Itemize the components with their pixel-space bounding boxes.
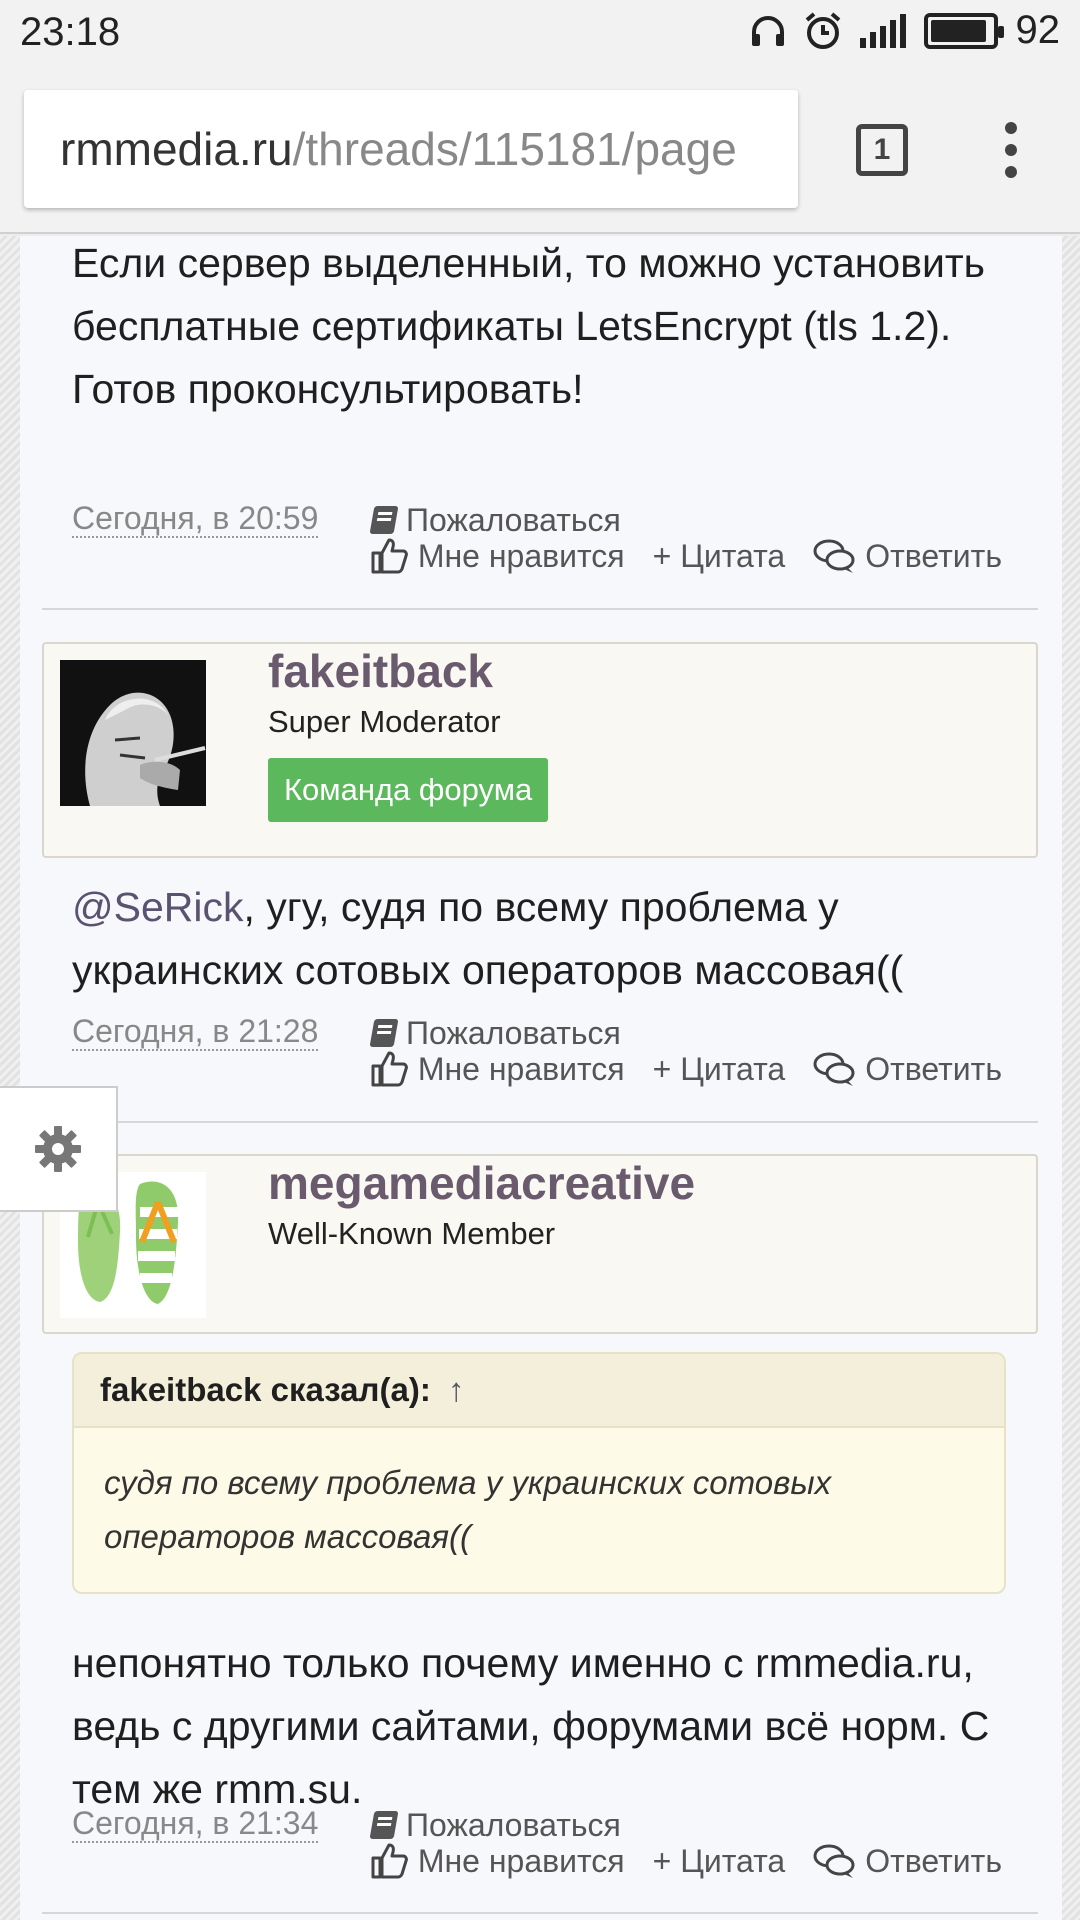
username-link[interactable]: megamediacreative <box>268 1156 695 1210</box>
status-time: 23:18 <box>20 10 121 54</box>
settings-button[interactable] <box>0 1086 118 1212</box>
post-date-link[interactable]: Сегодня, в 20:59 <box>72 500 319 538</box>
url-domain: rmmedia.ru <box>60 123 293 175</box>
like-button[interactable]: Мне нравится <box>370 536 625 576</box>
post-meta: Сегодня, в 21:28 Пожаловаться Мне нравит… <box>72 1013 1032 1093</box>
page-background: Если сервер выделенный, то можно установ… <box>0 236 1080 1920</box>
report-book-icon <box>369 1811 399 1839</box>
report-label: Пожаловаться <box>406 502 621 538</box>
like-label: Мне нравится <box>417 538 625 574</box>
post-actions: Мне нравится + Цитата Ответить <box>370 1049 1002 1089</box>
post-meta: Сегодня, в 21:34 Пожаловаться Мне нравит… <box>72 1805 1032 1885</box>
reply-button[interactable]: Ответить <box>813 1841 1002 1881</box>
battery-percent: 92 <box>1015 8 1061 52</box>
chat-bubbles-icon <box>813 539 855 573</box>
user-info-box: megamediacreative Well-Known Member <box>42 1154 1038 1334</box>
thumbs-up-icon <box>371 1051 408 1087</box>
avatar[interactable] <box>60 660 206 806</box>
chat-bubbles-icon <box>813 1052 855 1086</box>
report-link[interactable]: Пожаловаться <box>369 1013 621 1053</box>
chat-bubbles-icon <box>813 1844 855 1878</box>
post-message: непонятно только почему именно с rmmedia… <box>72 1632 1032 1821</box>
post-divider <box>42 1121 1038 1123</box>
thumbs-up-icon <box>371 538 408 574</box>
reply-label: Ответить <box>865 1843 1002 1879</box>
reply-label: Ответить <box>865 538 1002 574</box>
status-bar: 23:18 92 <box>0 0 1080 66</box>
username-link[interactable]: fakeitback <box>268 644 493 698</box>
headphones-icon <box>751 15 784 46</box>
post-text: непонятно только почему именно с rmmedia… <box>72 1640 990 1812</box>
post-message: @SeRick, угу, судя по всему проблема у у… <box>72 876 1032 1002</box>
report-book-icon <box>369 506 399 534</box>
url-fade <box>758 90 798 208</box>
staff-badge: Команда форума <box>268 758 549 822</box>
quote-text: судя по всему проблема у украинских сото… <box>104 1464 832 1555</box>
url-text: rmmedia.ru/threads/115181/page <box>60 122 737 176</box>
status-icons: 92 <box>750 8 1061 53</box>
overflow-menu-icon[interactable] <box>1000 122 1022 178</box>
browser-toolbar: rmmedia.ru/threads/115181/page 1 <box>0 66 1080 234</box>
report-label: Пожаловаться <box>406 1807 621 1843</box>
report-link[interactable]: Пожаловаться <box>369 1805 621 1845</box>
quote-author: fakeitback сказал(а): <box>100 1371 431 1408</box>
quote-button[interactable]: + Цитата <box>653 1049 786 1089</box>
post-text: Если сервер выделенный, то можно установ… <box>72 240 986 349</box>
user-mention-link[interactable]: @SeRick <box>72 884 244 930</box>
quote-button[interactable]: + Цитата <box>653 1841 786 1881</box>
reply-label: Ответить <box>865 1051 1002 1087</box>
report-book-icon <box>369 1019 399 1047</box>
url-path: /threads/115181/page <box>292 123 737 175</box>
post-divider <box>42 1912 1038 1914</box>
post-text: Готов проконсультировать! <box>72 366 584 412</box>
thumbs-up-icon <box>371 1843 408 1879</box>
quote-block: fakeitback сказал(а): ↑ судя по всему пр… <box>72 1352 1006 1594</box>
like-label: Мне нравится <box>417 1843 625 1879</box>
tab-switcher-button[interactable]: 1 <box>856 124 908 176</box>
like-label: Мне нравится <box>417 1051 625 1087</box>
report-link[interactable]: Пожаловаться <box>369 500 621 540</box>
post-date-link[interactable]: Сегодня, в 21:34 <box>72 1805 319 1843</box>
reply-button[interactable]: Ответить <box>813 536 1002 576</box>
post-actions: Мне нравится + Цитата Ответить <box>370 1841 1002 1881</box>
go-to-quote-arrow-icon[interactable]: ↑ <box>448 1371 465 1408</box>
post-actions: Мне нравится + Цитата Ответить <box>370 536 1002 576</box>
post-message: Если сервер выделенный, то можно установ… <box>72 232 1032 421</box>
thread-content: Если сервер выделенный, то можно установ… <box>20 236 1062 1920</box>
quote-button[interactable]: + Цитата <box>653 536 786 576</box>
gear-icon <box>35 1126 81 1172</box>
like-button[interactable]: Мне нравится <box>370 1049 625 1089</box>
alarm-icon <box>805 11 840 49</box>
post-divider <box>42 608 1038 610</box>
reply-button[interactable]: Ответить <box>813 1049 1002 1089</box>
report-label: Пожаловаться <box>406 1015 621 1051</box>
user-info-box: fakeitback Super Moderator Команда форум… <box>42 642 1038 858</box>
quote-header: fakeitback сказал(а): ↑ <box>74 1354 1004 1428</box>
signal-icon <box>859 13 906 48</box>
battery-icon <box>923 12 1004 49</box>
address-bar[interactable]: rmmedia.ru/threads/115181/page <box>24 90 798 208</box>
avatar-image <box>60 660 206 806</box>
user-title: Well-Known Member <box>268 1216 556 1251</box>
post-date-link[interactable]: Сегодня, в 21:28 <box>72 1013 319 1051</box>
like-button[interactable]: Мне нравится <box>370 1841 625 1881</box>
user-title: Super Moderator <box>268 704 501 739</box>
post-meta: Сегодня, в 20:59 Пожаловаться Мне нравит… <box>72 500 1032 580</box>
